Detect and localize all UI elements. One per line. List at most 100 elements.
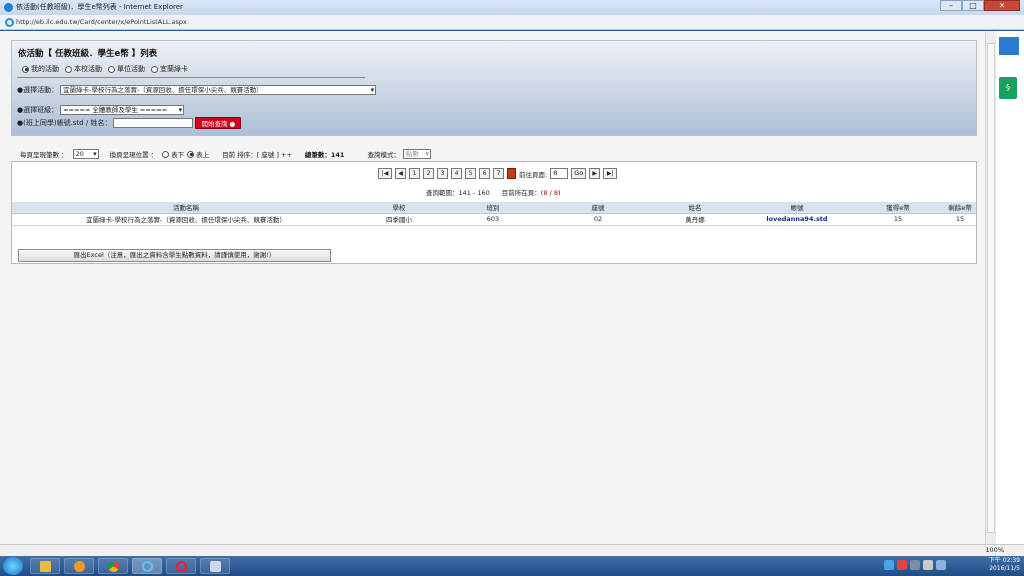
toolbar-icon[interactable] <box>999 37 1019 55</box>
current-page-marker <box>507 168 516 179</box>
green-app-icon[interactable]: § <box>999 77 1017 99</box>
tray-icon[interactable] <box>884 560 894 570</box>
minimize-button[interactable]: – <box>940 0 962 11</box>
clock[interactable]: 下午 02:39 2016/11/5 <box>989 557 1020 573</box>
search-input[interactable] <box>113 118 194 128</box>
chrome-taskbar-icon[interactable] <box>98 558 128 574</box>
goto-label: 前往頁面: <box>519 170 548 179</box>
per-page-label: 每頁呈現筆數 ： <box>20 151 68 159</box>
column-header-seat[interactable]: 座號 <box>548 202 648 214</box>
radio-label: 宜蘭綠卡 <box>160 65 188 73</box>
ie-icon <box>141 560 153 572</box>
ie-taskbar-icon[interactable] <box>132 558 162 574</box>
radio-label: 表下 <box>171 151 185 159</box>
page-button[interactable]: 6 <box>479 168 490 179</box>
network-icon[interactable] <box>936 560 946 570</box>
vertical-scrollbar[interactable] <box>985 31 996 544</box>
clock-date: 2016/11/5 <box>989 565 1020 572</box>
explorer-taskbar-icon[interactable] <box>30 558 60 574</box>
class-row: ●選擇班級： ===== 全體教師及學生 ===== <box>17 105 185 115</box>
radio-icon <box>108 65 115 73</box>
table-row: 宜蘭綠卡-學校行為之落實-（資源回收、擔任環保小尖兵、競賽活動） 四季國小 60… <box>12 213 976 226</box>
page-button[interactable]: 2 <box>423 168 434 179</box>
current-page-info: 目前所在頁：(8 / 8) <box>502 187 561 197</box>
start-button[interactable] <box>3 557 23 575</box>
prev-page-button[interactable]: ◀ <box>395 168 406 179</box>
radio-yilan-green-card[interactable]: 宜蘭綠卡 <box>151 64 188 74</box>
search-label: ●(班上同學)帳號.std / 姓名： <box>17 119 112 127</box>
radio-label: 單位活動 <box>117 65 145 73</box>
activity-select[interactable]: 宜蘭綠卡-學校行為之落實-（資源回收、擔任環保小尖兵、競賽活動） <box>60 85 377 95</box>
go-button[interactable]: Go <box>571 168 587 179</box>
page-icon <box>5 18 14 27</box>
page-button[interactable]: 4 <box>451 168 462 179</box>
cell-class: 603 <box>438 213 548 226</box>
search-row: ●(班上同學)帳號.std / 姓名： 開始查詢 ● <box>17 117 242 129</box>
paint-taskbar-icon[interactable] <box>200 558 230 574</box>
total-count: 總筆數：141 <box>304 151 345 159</box>
radio-pager-top[interactable]: 表上 <box>187 149 209 159</box>
url-field[interactable]: http://eb.ilc.edu.tw/Card/center/x/ePoin… <box>16 17 196 28</box>
cell-seat: 02 <box>548 213 648 226</box>
per-page-select[interactable]: 20 <box>72 149 99 159</box>
column-header-class[interactable]: 班別 <box>438 202 548 214</box>
tray-icon[interactable] <box>910 560 920 570</box>
close-button[interactable]: ✕ <box>984 0 1020 11</box>
page-button[interactable]: 5 <box>465 168 476 179</box>
scrollbar-thumb[interactable] <box>987 43 995 533</box>
zoom-level[interactable]: 100% <box>985 546 1004 554</box>
address-bar: http://eb.ilc.edu.tw/Card/center/x/ePoin… <box>0 15 1024 30</box>
pager: |◀ ◀ 1 2 3 4 5 6 7 前往頁面: 8 Go ▶ ▶| <box>378 168 618 179</box>
start-query-button[interactable]: 開始查詢 ● <box>195 117 242 129</box>
current-page-prefix: 目前所在頁：( <box>501 189 544 197</box>
cell-activity: 宜蘭綠卡-學校行為之落實-（資源回收、擔任環保小尖兵、競賽活動） <box>12 213 360 226</box>
radio-pager-bottom[interactable]: 表下 <box>162 149 184 159</box>
page-button[interactable]: 3 <box>437 168 448 179</box>
volume-icon[interactable] <box>923 560 933 570</box>
radio-icon <box>65 65 72 73</box>
side-toolbar: § <box>996 31 1024 544</box>
radio-icon <box>151 65 158 73</box>
folder-icon <box>39 560 51 572</box>
window-titlebar: 依活動(任教班級)．學生e幣列表 - Internet Explorer – □… <box>0 0 1024 15</box>
class-select[interactable]: ===== 全體教師及學生 ===== <box>60 105 185 115</box>
cell-account-link[interactable]: lovedanna94.std <box>742 213 852 226</box>
radio-selected-icon <box>22 65 29 73</box>
divider <box>17 77 365 78</box>
next-page-button[interactable]: ▶ <box>589 168 601 179</box>
list-toolbar: 每頁呈現筆數 ： 20 換頁呈現位置 ： 表下 表上 目前 排序：[ 座號 ] … <box>20 149 431 159</box>
radio-label: 表上 <box>196 151 210 159</box>
column-header-activity[interactable]: 活動名稱 <box>12 202 360 214</box>
radio-my-activities[interactable]: 我的活動 <box>22 64 59 74</box>
status-bar: 100% <box>0 544 1024 556</box>
column-header-account[interactable]: 帳號 <box>742 202 852 214</box>
query-panel: 依活動【 任教班級．學生e幣 】列表 我的活動 本校活動 單位活動 宜蘭綠卡 ●… <box>11 40 977 136</box>
radio-school-activities[interactable]: 本校活動 <box>65 64 102 74</box>
tray-icon[interactable] <box>897 560 907 570</box>
activity-label: ●選擇活動： <box>17 86 59 94</box>
maximize-button[interactable]: □ <box>962 0 984 11</box>
page-button[interactable]: 1 <box>409 168 420 179</box>
activity-row: ●選擇活動： 宜蘭綠卡-學校行為之落實-（資源回收、擔任環保小尖兵、競賽活動） <box>17 85 377 95</box>
column-header-remaining[interactable]: 剩餘e幣 <box>944 202 976 214</box>
media-taskbar-icon[interactable] <box>64 558 94 574</box>
mode-select[interactable]: 點數 <box>402 149 431 159</box>
last-page-button[interactable]: ▶| <box>603 168 618 179</box>
range-info: 查詢範圍：141 - 160 目前所在頁：(8 / 8) <box>426 187 561 197</box>
system-tray <box>884 560 946 570</box>
first-page-button[interactable]: |◀ <box>378 168 392 179</box>
page-title: 依活動【 任教班級．學生e幣 】列表 <box>18 49 158 59</box>
chrome-icon <box>107 560 119 572</box>
current-page-suffix: ) <box>557 189 561 197</box>
column-header-earned[interactable]: 獲得e幣 <box>852 202 944 214</box>
opera-taskbar-icon[interactable] <box>166 558 196 574</box>
goto-page-input[interactable]: 8 <box>550 168 569 179</box>
export-excel-button[interactable]: 匯出Excel（注意，匯出之資料含學生點數資料，請謹慎使用，謝謝!） <box>18 249 331 262</box>
column-header-name[interactable]: 姓名 <box>648 202 742 214</box>
column-header-school[interactable]: 學校 <box>360 202 438 214</box>
page-button[interactable]: 7 <box>493 168 504 179</box>
window-title: 依活動(任教班級)．學生e幣列表 - Internet Explorer <box>16 3 183 11</box>
radio-unit-activities[interactable]: 單位活動 <box>108 64 145 74</box>
cell-remaining: 15 <box>944 213 976 226</box>
ie-app-icon <box>4 3 13 12</box>
